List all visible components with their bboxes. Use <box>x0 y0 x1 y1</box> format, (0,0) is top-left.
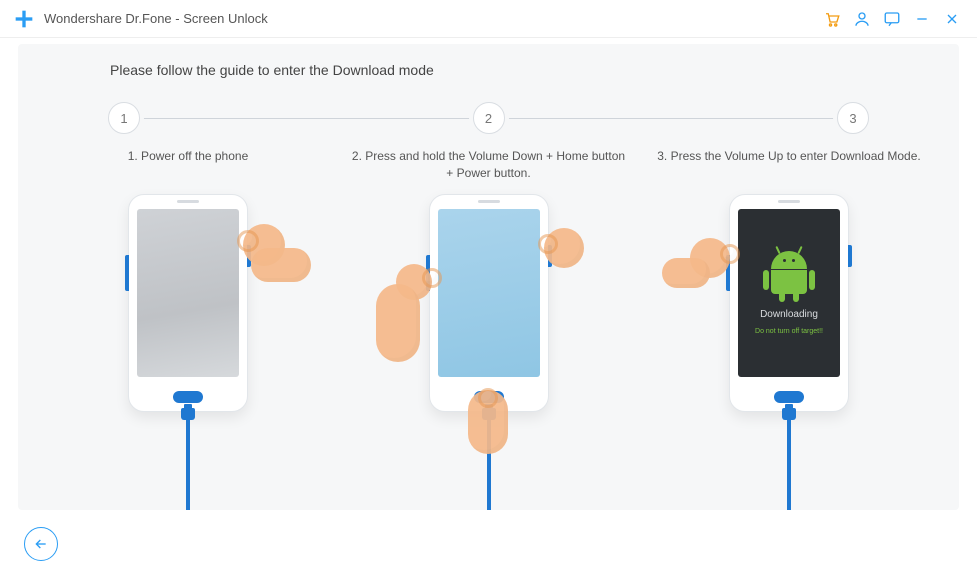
close-button[interactable] <box>937 4 967 34</box>
phone-illustration-1 <box>113 194 263 474</box>
back-button[interactable] <box>24 527 58 561</box>
account-button[interactable] <box>847 4 877 34</box>
step-2: 2. Press and hold the Volume Down + Home… <box>349 148 629 498</box>
step-3: 3. Press the Volume Up to enter Download… <box>649 148 929 498</box>
step-1-caption: 1. Power off the phone <box>128 148 249 182</box>
guide-title: Please follow the guide to enter the Dow… <box>48 62 929 78</box>
phone-illustration-2 <box>414 194 564 474</box>
step-2-caption: 2. Press and hold the Volume Down + Home… <box>349 148 629 182</box>
phone-illustration-3: Downloading Do not turn off target!! <box>714 194 864 474</box>
app-logo-icon <box>14 9 34 29</box>
cart-button[interactable] <box>817 4 847 34</box>
step-3-caption: 3. Press the Volume Up to enter Download… <box>657 148 920 182</box>
step-number-3: 3 <box>837 102 869 134</box>
feedback-button[interactable] <box>877 4 907 34</box>
stepper: 1 2 3 <box>108 102 869 134</box>
app-title: Wondershare Dr.Fone - Screen Unlock <box>44 11 268 26</box>
titlebar: Wondershare Dr.Fone - Screen Unlock <box>0 0 977 38</box>
guide-panel: Please follow the guide to enter the Dow… <box>18 44 959 510</box>
minimize-button[interactable] <box>907 4 937 34</box>
download-label: Downloading <box>760 309 818 320</box>
step-number-1: 1 <box>108 102 140 134</box>
download-sublabel: Do not turn off target!! <box>755 328 823 335</box>
steps-row: 1. Power off the phone 2. Press and hold… <box>48 148 929 498</box>
step-1: 1. Power off the phone <box>48 148 328 498</box>
step-number-2: 2 <box>473 102 505 134</box>
android-icon <box>767 251 811 301</box>
